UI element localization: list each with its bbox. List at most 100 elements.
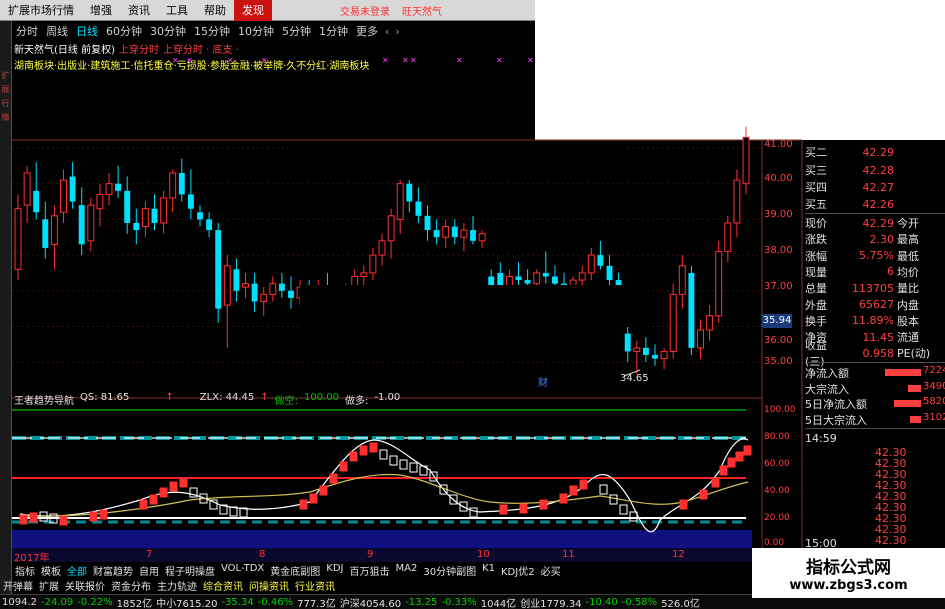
info-tab[interactable]: 综合资讯 <box>200 578 246 593</box>
indicator-tab[interactable]: MA2 <box>393 563 421 578</box>
time-axis-label: 9 <box>367 549 374 560</box>
indicator-tick: 0.00 <box>764 538 785 548</box>
indicator-step-bar <box>359 445 368 456</box>
time-axis-label: 7 <box>146 549 153 560</box>
candle-body <box>269 283 277 295</box>
candle-body <box>660 350 668 360</box>
candle-body <box>669 293 677 352</box>
indicator-step-bar <box>349 451 358 462</box>
svg-text:✕: ✕ <box>172 56 179 65</box>
candle-body <box>124 190 131 223</box>
index-status-item: -0.22% <box>77 596 113 608</box>
candle-body <box>42 219 49 248</box>
candle-body <box>406 183 413 202</box>
quote-row: 涨跌 2.30 最高 <box>805 231 945 247</box>
index-status-item: 526.0亿 <box>661 598 700 609</box>
quote-row: 涨幅 5.75% 最低 <box>805 248 945 264</box>
indicator-step-bar <box>99 509 108 520</box>
quote-label-2: 流通 <box>897 331 919 345</box>
candle-body <box>551 276 558 284</box>
watermark-url: www.zbgs3.com <box>789 578 908 593</box>
indicator-step-bar <box>299 499 308 510</box>
candle-body <box>724 222 732 253</box>
svg-text:✕: ✕ <box>527 56 534 65</box>
index-status-item: 1044亿 <box>480 598 517 609</box>
price-tick: 40.00 <box>764 173 793 184</box>
indicator-step-bar <box>469 507 478 518</box>
indicator-scale: 100.00 80.00 60.00 40.00 20.00 0.00 <box>762 400 802 550</box>
order-book-label: 买三 <box>805 164 827 177</box>
quote-value: 2.30 <box>869 232 895 246</box>
candle-body <box>223 265 231 306</box>
indicator-tab[interactable]: 百万狙击 <box>347 563 393 578</box>
indicator-zlx-line <box>19 473 749 517</box>
info-tab[interactable]: 关联报价 <box>62 578 108 593</box>
watermark: 指标公式网 www.zbgs3.com <box>752 548 945 598</box>
indicator-tab[interactable]: KDJ优2 <box>498 563 538 578</box>
indicator-step-bar <box>539 499 548 510</box>
info-tab[interactable]: 资金分布 <box>108 578 154 593</box>
candle-body <box>78 205 85 245</box>
price-tick: 41.00 <box>764 139 793 150</box>
index-status-item: 1094.2 <box>2 596 37 608</box>
info-tab[interactable]: 问操资讯 <box>246 578 292 593</box>
indicator-step-bar <box>499 504 508 515</box>
info-tab[interactable]: 扩展 <box>36 578 62 593</box>
quote-row: 总量 113705 量比 <box>805 280 945 296</box>
candle-body <box>460 229 468 238</box>
indicator-step-bar <box>379 449 388 460</box>
indicator-tab[interactable]: 必买 <box>538 563 564 578</box>
chart-canvas: ✕ ✕ ✕ ✕ ✕ ✕ ✕ ✕ ✕ ✕ 34.65 财 <box>12 56 803 548</box>
indicator-tick: 100.00 <box>764 405 796 415</box>
candle-body <box>141 208 149 228</box>
indicator-step-bar <box>179 477 188 488</box>
indicator-tab[interactable]: KDJ <box>323 563 346 578</box>
candle-body <box>206 219 213 231</box>
indicator-step-bar <box>329 473 338 484</box>
quote-label: 总量 <box>805 282 827 296</box>
candle-body <box>133 222 140 231</box>
indicator-tab[interactable]: 模板 <box>38 563 64 578</box>
indicator-tab[interactable]: 程子明操盘 <box>162 563 218 578</box>
indicator-tab[interactable]: 黄金底副图 <box>267 563 323 578</box>
candle-body <box>715 251 723 317</box>
candle-body <box>533 272 541 285</box>
order-book-row: 买四 42.27 <box>805 179 945 195</box>
indicator-tab[interactable]: 指标 <box>12 563 38 578</box>
indicator-tab[interactable]: K1 <box>479 563 498 578</box>
index-status-item: -0.46% <box>257 596 294 608</box>
divider <box>805 362 945 363</box>
indicator-name[interactable]: 王者趋势导航 <box>14 392 74 407</box>
quote-row: 现量 6 均价 <box>805 264 945 280</box>
order-book-label: 买四 <box>805 181 827 194</box>
indicator-tab[interactable]: VOL-TDX <box>218 563 267 578</box>
quote-label: 涨跌 <box>805 233 827 247</box>
quote-value: 6 <box>887 265 894 279</box>
up-arrow-icon: ↑ <box>260 392 269 403</box>
svg-text:✕: ✕ <box>496 56 503 65</box>
index-status-item: 中小7615.20 <box>156 598 218 609</box>
indicator-step-bar <box>169 481 178 492</box>
info-tab[interactable]: 行业资讯 <box>292 578 338 593</box>
redacted-box <box>290 142 625 180</box>
svg-text:✕: ✕ <box>382 56 389 65</box>
time-axis: 2017年 7 8 9 10 11 12 <box>12 548 762 564</box>
candle-body <box>378 240 386 256</box>
quote-value: 11.89% <box>852 314 894 328</box>
candle-body <box>96 193 104 210</box>
candle-body <box>478 233 486 242</box>
quote-panel: 买二 42.29 买三 42.28 买四 42.27 买五 42.26 现价 42… <box>805 140 945 550</box>
indicator-step-bar <box>519 503 528 514</box>
indicator-tab[interactable]: 30分钟副图 <box>420 563 479 578</box>
info-tab[interactable]: 主力轨迹 <box>154 578 200 593</box>
indicator-tab[interactable]: 全部 <box>64 563 90 578</box>
indicator-tab[interactable]: 财富趋势 <box>90 563 136 578</box>
svg-text:✕: ✕ <box>402 56 409 65</box>
candle-body <box>169 172 177 199</box>
indicator-step-bar <box>569 485 578 496</box>
candle-body <box>278 283 285 291</box>
capital-flow-value: 5820 <box>923 396 945 407</box>
indicator-tab[interactable]: 自用 <box>136 563 162 578</box>
info-tab[interactable]: 开弹幕 <box>0 578 36 593</box>
event-marker[interactable]: 财 <box>538 376 548 389</box>
